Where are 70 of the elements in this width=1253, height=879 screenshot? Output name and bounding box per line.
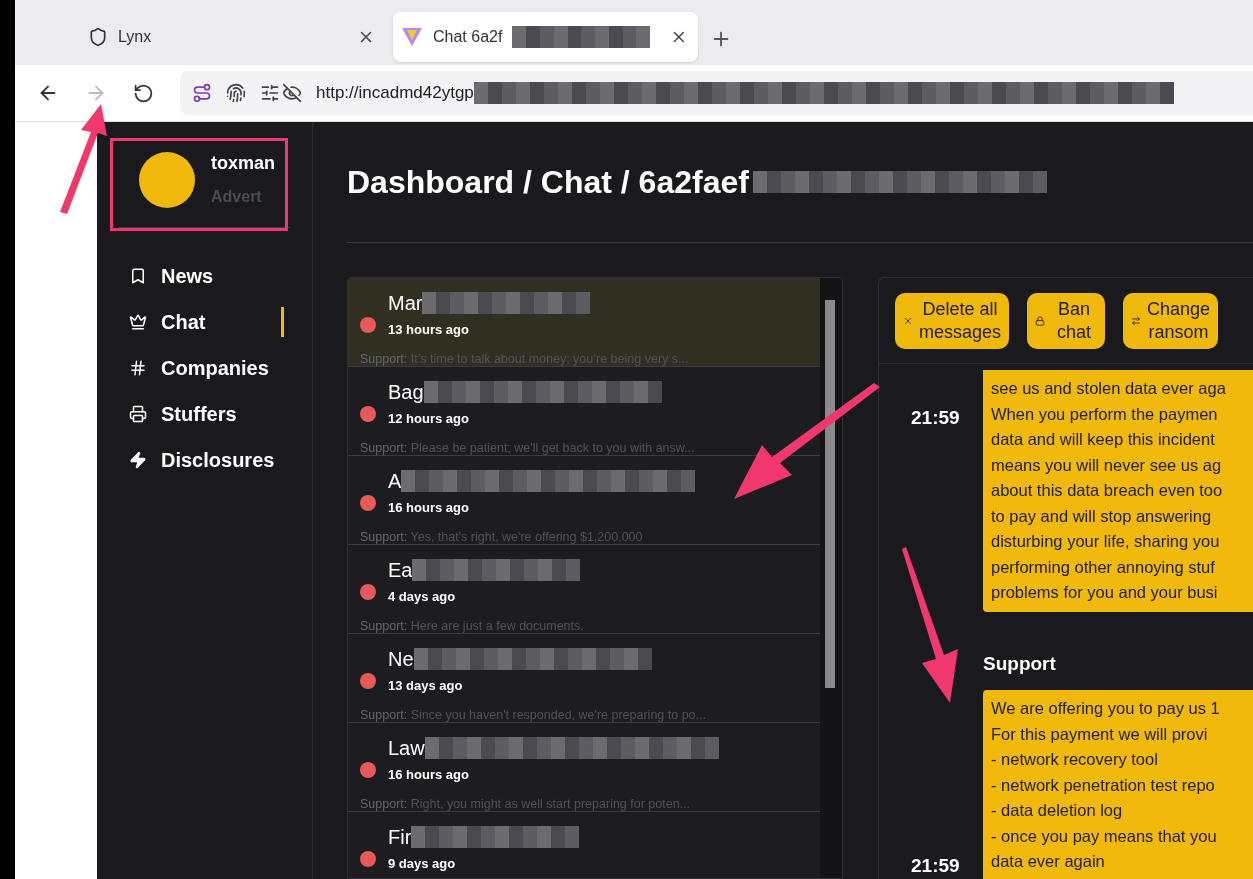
chat-preview: Support: Please be patient; we'll get back to you with answ... [360, 439, 696, 457]
browser-tab[interactable]: Chat 6a2f [393, 12, 698, 62]
message-line: When you perform the paymen [991, 403, 1219, 425]
address-bar[interactable]: http://incadmd42ytgp [180, 71, 1253, 115]
tab-title: Chat 6a2f [433, 27, 503, 47]
message-line: - network recovery tool [991, 749, 1159, 770]
chat-time: 9 days ago [388, 855, 457, 873]
message-sender: Support [983, 651, 1057, 676]
nav-item[interactable]: Disclosures [129, 442, 275, 478]
action-button[interactable]: Ban chat [1027, 292, 1106, 349]
chat-preview: Support: Here are just a few documents. [360, 617, 585, 635]
chat-preview: Support: Yes, that's right, we're offering $1,200,000 [360, 528, 644, 546]
user-name: toxman [211, 152, 275, 175]
bolt-icon [129, 451, 147, 469]
message-line: means you will never see us ag [991, 454, 1223, 476]
sliders-icon [260, 83, 280, 103]
chat-time: 16 hours ago [388, 766, 470, 784]
browser-tab[interactable]: Lynx [80, 12, 385, 62]
chat-preview: Support: Right, you might as well start preparing for poten... [360, 795, 692, 813]
message-time: 21:59 [911, 854, 961, 878]
chat-time: 13 hours ago [388, 321, 470, 339]
message-line: For this payment we will provi [991, 723, 1209, 745]
message-line: about this data breach even too [991, 480, 1224, 501]
page-title: Dashboard / Chat / 6a2faef [347, 163, 749, 202]
chat-preview: Support: Since you haven't responded, we're preparing to po... [360, 706, 707, 724]
chat-name: Bag [388, 380, 424, 405]
message-line: performing other annoying stuf [991, 556, 1216, 578]
chat-name: Mar [388, 291, 423, 316]
shield-icon [88, 27, 108, 47]
chat-name: Law [388, 736, 425, 761]
lock-icon [1035, 315, 1046, 326]
action-button[interactable]: Change ransom [1123, 292, 1219, 349]
close-icon [903, 315, 913, 326]
hash-icon [129, 359, 147, 377]
url-text: http://incadmd42ytgp [316, 82, 474, 105]
nav-item[interactable]: Stuffers [129, 396, 237, 432]
message-line: data ever again [991, 851, 1106, 872]
user-role: Advert [211, 187, 263, 207]
swap-icon [1131, 315, 1142, 326]
triangle-logo-icon [401, 27, 423, 47]
message-line: see us and stolen data ever aga [991, 378, 1227, 399]
chat-time: 16 hours ago [388, 499, 470, 517]
message-line: We are offering you to pay us 1 [991, 698, 1221, 719]
tab-title: Lynx [118, 27, 152, 47]
crown-icon [129, 313, 147, 331]
message-line: problems for you and your busi [991, 582, 1219, 603]
message-time: 21:59 [911, 406, 961, 430]
chat-name: Ea [388, 558, 413, 583]
action-button[interactable]: Delete all messages [895, 292, 1010, 349]
reload-icon[interactable] [133, 82, 154, 104]
message-line: - network penetration test repo [991, 774, 1216, 796]
chat-name: Ne [388, 647, 414, 672]
printer-icon [129, 405, 147, 423]
nav-item[interactable]: Chat [129, 304, 206, 340]
chat-name: A [388, 469, 402, 494]
eye-off-icon [282, 83, 302, 103]
message-line: data and will keep this incident [991, 429, 1216, 450]
chat-time: 13 days ago [388, 677, 464, 695]
bookmark-icon [129, 267, 147, 285]
message-line: - data deletion log [991, 800, 1124, 821]
message-line: disturbing your life, sharing you [991, 531, 1221, 552]
chat-time: 4 days ago [388, 588, 457, 606]
fingerprint-icon [226, 83, 246, 103]
route-icon [192, 83, 212, 103]
chat-time: 12 hours ago [388, 410, 470, 428]
nav-item[interactable]: News [129, 258, 214, 294]
message-line: - once you pay means that you [991, 825, 1218, 847]
message-line: to pay and will stop answering [991, 505, 1213, 527]
chat-name: Fir [388, 825, 412, 850]
nav-item[interactable]: Companies [129, 350, 269, 386]
